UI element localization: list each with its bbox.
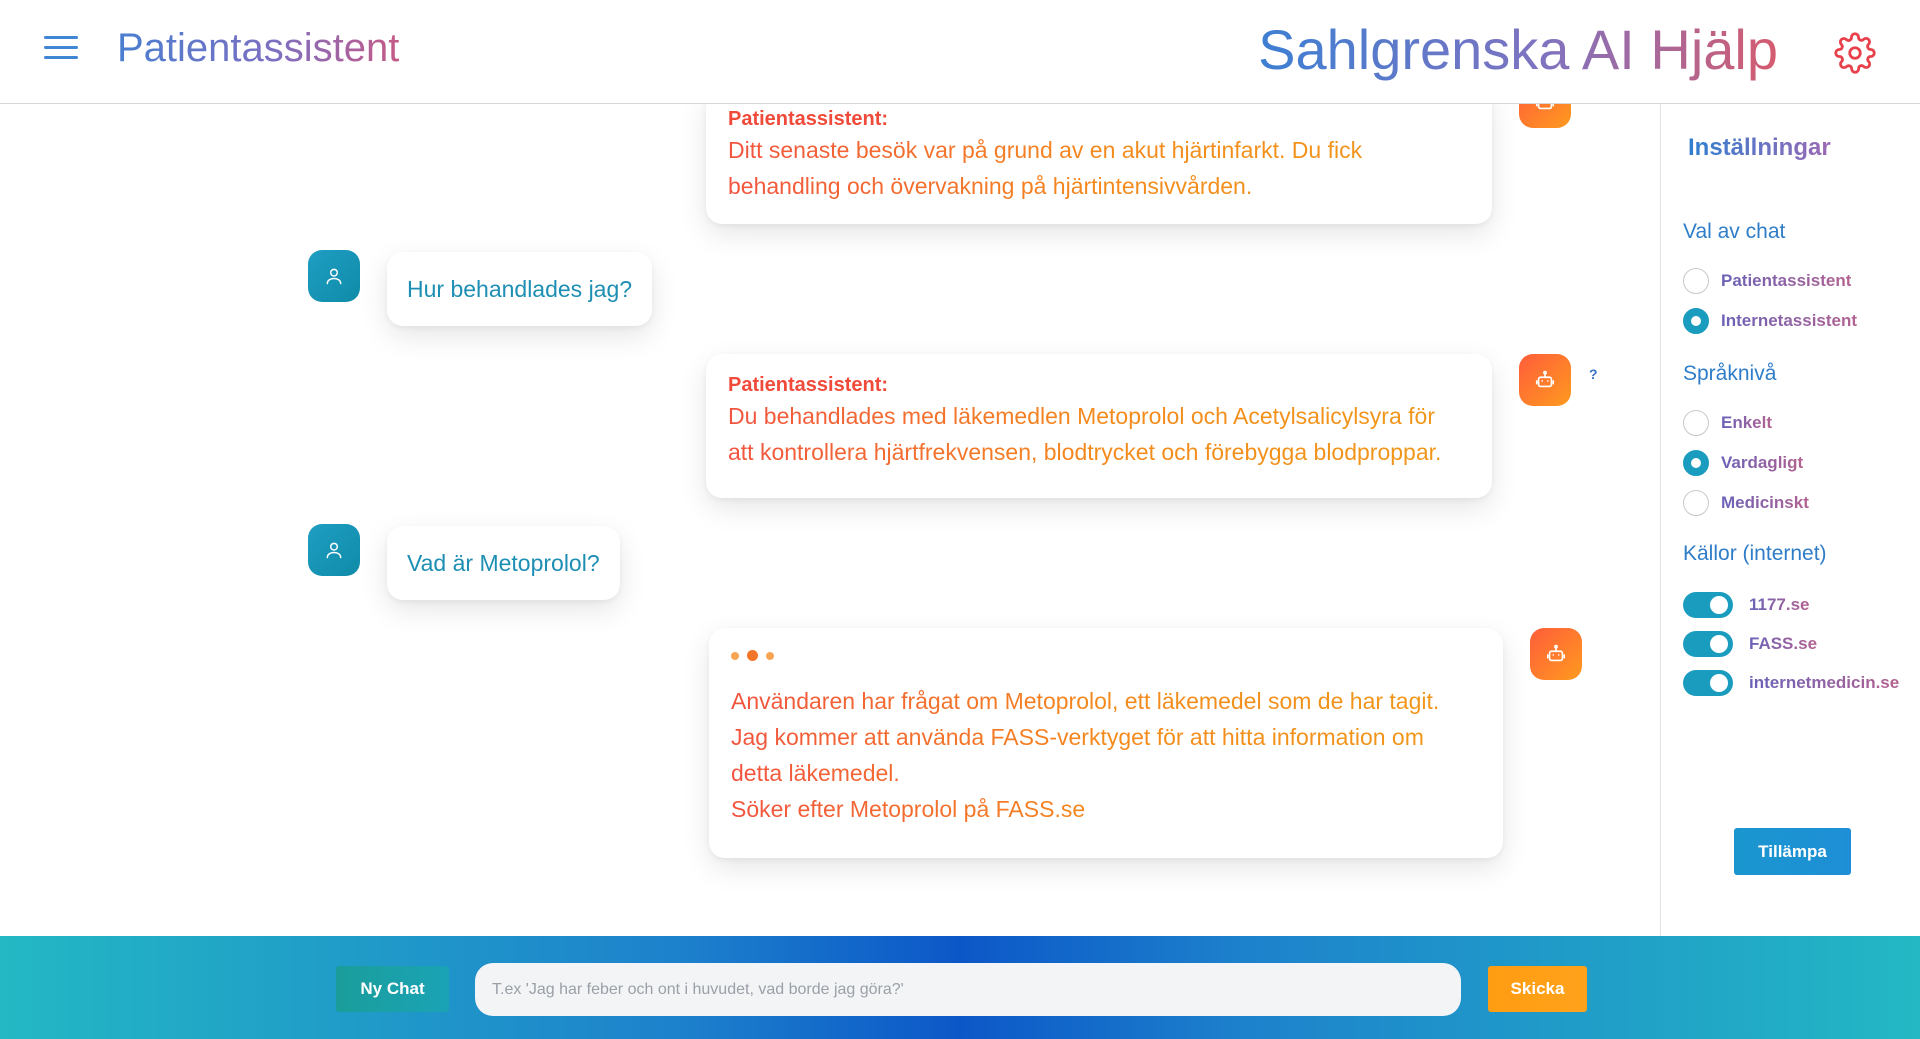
message-info-mark[interactable]: ? bbox=[1589, 104, 1598, 106]
settings-panel: Inställningar Val av chat Patientassiste… bbox=[1660, 104, 1920, 936]
radio-button[interactable] bbox=[1683, 268, 1709, 294]
bot-message-line: Ditt senaste besök var på grund av en ak… bbox=[728, 132, 1470, 168]
radio-vardagligt[interactable]: Vardagligt bbox=[1683, 450, 1803, 476]
toggle-label: 1177.se bbox=[1749, 595, 1810, 614]
app-root: Patientassistent Sahlgrenska AI Hjälp Pa… bbox=[0, 0, 1920, 1039]
radio-label: Internetassistent bbox=[1721, 311, 1858, 330]
bot-sender-name: Patientassistent: bbox=[728, 108, 889, 130]
bot-message-line: Söker efter Metoprolol på FASS.se bbox=[731, 791, 1481, 827]
brand-title: Sahlgrenska AI Hjälp bbox=[1258, 18, 1778, 81]
toggle-internetmedicin[interactable]: internetmedicin.se bbox=[1683, 670, 1899, 696]
radio-enkelt[interactable]: Enkelt bbox=[1683, 410, 1772, 436]
settings-title: Inställningar bbox=[1688, 134, 1831, 161]
apply-button[interactable]: Tillämpa bbox=[1734, 828, 1851, 875]
toggle-label: FASS.se bbox=[1749, 634, 1818, 653]
toggle-fass[interactable]: FASS.se bbox=[1683, 631, 1817, 657]
bot-message-line: att kontrollera hjärtfrekvensen, blodtry… bbox=[728, 434, 1470, 470]
bot-message: Patientassistent: Du behandlades med läk… bbox=[706, 354, 1492, 498]
radio-button[interactable] bbox=[1683, 490, 1709, 516]
toggle-label: internetmedicin.se bbox=[1749, 673, 1900, 692]
sources-label: Källor (internet) bbox=[1683, 542, 1827, 565]
chat-area[interactable]: Patientassistent: Ditt senaste besök var… bbox=[0, 104, 1660, 936]
toggle-switch[interactable] bbox=[1683, 670, 1733, 696]
hamburger-icon[interactable] bbox=[44, 34, 78, 62]
radio-medicinskt[interactable]: Medicinskt bbox=[1683, 490, 1809, 516]
robot-icon bbox=[1519, 104, 1571, 128]
toggle-switch[interactable] bbox=[1683, 592, 1733, 618]
bot-message: Patientassistent: Ditt senaste besök var… bbox=[706, 104, 1492, 224]
robot-icon bbox=[1530, 628, 1582, 680]
user-message: Vad är Metoprolol? bbox=[387, 526, 620, 600]
radio-button[interactable] bbox=[1683, 450, 1709, 476]
new-chat-button[interactable]: Ny Chat bbox=[336, 966, 449, 1012]
typing-indicator bbox=[731, 650, 1481, 661]
radio-button[interactable] bbox=[1683, 308, 1709, 334]
send-button[interactable]: Skicka bbox=[1488, 966, 1587, 1012]
radio-label: Medicinskt bbox=[1721, 493, 1809, 512]
bot-sender-name: Patientassistent: bbox=[728, 374, 889, 396]
toggle-1177[interactable]: 1177.se bbox=[1683, 592, 1810, 618]
radio-internetassistent[interactable]: Internetassistent bbox=[1683, 308, 1857, 334]
robot-icon bbox=[1519, 354, 1571, 406]
gear-icon[interactable] bbox=[1834, 32, 1876, 74]
footer-bar: Ny Chat Skicka bbox=[0, 936, 1920, 1039]
message-input[interactable] bbox=[475, 963, 1461, 1016]
radio-button[interactable] bbox=[1683, 410, 1709, 436]
bot-message: Användaren har frågat om Metoprolol, ett… bbox=[709, 628, 1503, 858]
bot-message-line: detta läkemedel. bbox=[731, 755, 1481, 791]
bot-message-line: Du behandlades med läkemedlen Metoprolol… bbox=[728, 398, 1470, 434]
message-info-mark[interactable]: ? bbox=[1589, 366, 1598, 382]
radio-patientassistent[interactable]: Patientassistent bbox=[1683, 268, 1851, 294]
user-message: Hur behandlades jag? bbox=[387, 252, 653, 326]
bot-message-line: behandling och övervakning på hjärtinten… bbox=[728, 168, 1470, 204]
radio-label: Enkelt bbox=[1721, 413, 1773, 432]
app-title: Patientassistent bbox=[117, 26, 400, 70]
top-header: Patientassistent Sahlgrenska AI Hjälp bbox=[0, 0, 1920, 104]
toggle-switch[interactable] bbox=[1683, 631, 1733, 657]
radio-label: Patientassistent bbox=[1721, 271, 1852, 290]
user-icon bbox=[308, 250, 360, 302]
chat-choice-label: Val av chat bbox=[1683, 220, 1786, 243]
bot-message-line: Användaren har frågat om Metoprolol, ett… bbox=[731, 683, 1481, 719]
bot-message-line: Jag kommer att använda FASS-verktyget fö… bbox=[731, 719, 1481, 755]
user-icon bbox=[308, 524, 360, 576]
language-level-label: Språknivå bbox=[1683, 362, 1777, 385]
radio-label: Vardagligt bbox=[1721, 453, 1804, 472]
